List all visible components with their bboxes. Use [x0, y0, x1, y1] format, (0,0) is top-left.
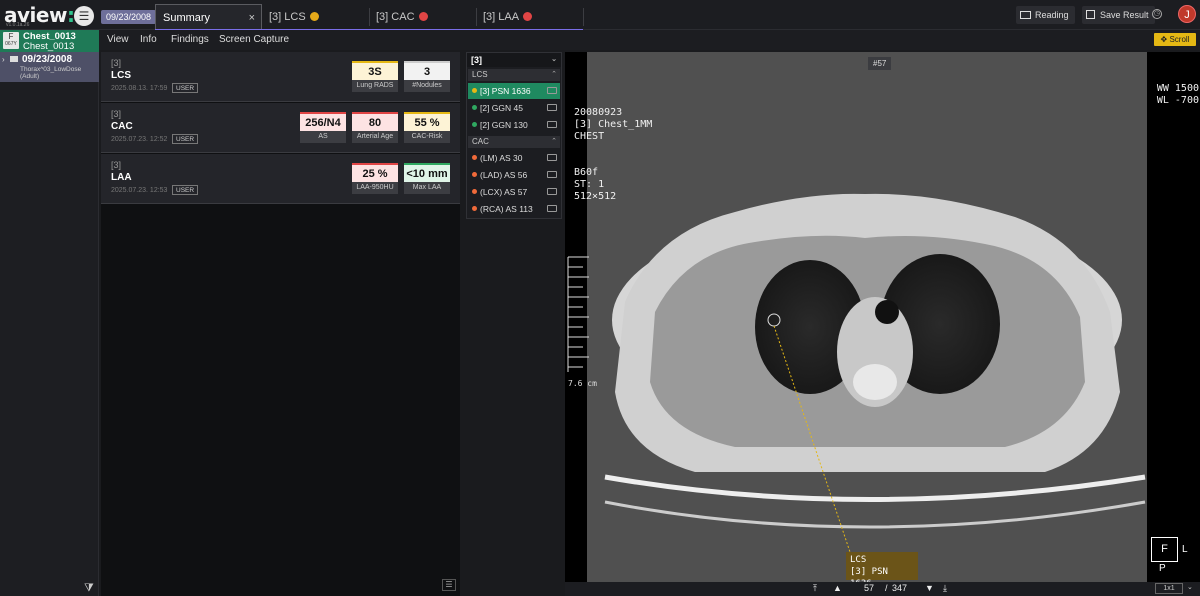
chevron-up-icon: ⌃ [551, 71, 557, 78]
orientation-right-label: L [1182, 544, 1188, 555]
total-slices: 347 [892, 583, 908, 593]
findings-series-selector[interactable]: [3] ⌄ [467, 53, 561, 67]
study-row[interactable]: › 09/23/2008 Thorax^03_LowDose (Adult) [0, 52, 99, 82]
patient-row[interactable]: F 067Y Chest_0013 Chest_0013 [0, 30, 99, 52]
slice-separator: / [885, 583, 888, 593]
finding-item[interactable]: [2] GGN 45 [468, 100, 560, 116]
menu-view[interactable]: View [107, 34, 129, 45]
next-slice-icon[interactable]: ▼ [925, 583, 934, 593]
previous-slice-icon[interactable]: ▲ [833, 583, 842, 593]
scale-label: 7.6 cm [568, 379, 597, 388]
finding-item[interactable]: (LCX) AS 57 [468, 184, 560, 200]
metric-arterial-age: 80 Arterial Age [352, 112, 398, 143]
chevron-down-icon[interactable]: ⌄ [1187, 583, 1193, 591]
scroll-mode-button[interactable]: ✥ Scroll [1154, 33, 1196, 46]
orientation-bottom-label: P [1159, 563, 1166, 574]
capture-icon [547, 104, 557, 111]
worklist-button[interactable]: ☰ [74, 6, 94, 26]
capture-icon [547, 171, 557, 178]
menu-info[interactable]: Info [140, 34, 157, 45]
metric-as: 256/N4 AS [300, 112, 346, 143]
lesion-annotation-label[interactable]: LCS[3] PSN 1636 [846, 552, 918, 589]
book-icon [1020, 11, 1031, 19]
summary-card-cac[interactable]: [3] CAC 2025.07.23. 12:52 USER 256/N4 AS … [101, 103, 460, 153]
patient-sidebar: F 067Y Chest_0013 Chest_0013 › 09/23/200… [0, 30, 99, 596]
current-slice[interactable]: 57 [864, 583, 874, 593]
tab-cac[interactable]: [3] CAC [369, 4, 476, 30]
menu-bar: View Info Findings Screen Capture [99, 30, 1200, 50]
metric-lung-rads: 3S Lung RADS [352, 61, 398, 92]
summary-panel: [3] LCS 2025.08.13. 17:59 USER 3S Lung RA… [101, 52, 460, 596]
finding-item[interactable]: [3] PSN 1636 [468, 83, 560, 99]
capture-icon [547, 188, 557, 195]
layout-selector[interactable]: 1x1 [1155, 583, 1183, 594]
findings-panel: [3] ⌄ LCS ⌃ [3] PSN 1636 [2] GGN 45 [2] GG… [466, 52, 562, 219]
card-date: 2025.07.23. 12:52 [111, 136, 168, 143]
close-icon[interactable]: × [249, 5, 255, 31]
metric-cac-risk: 55 % CAC-Risk [404, 112, 450, 143]
slice-number-badge: #57 [868, 57, 892, 70]
reading-button[interactable]: Reading [1016, 6, 1075, 24]
save-result-button[interactable]: Save Result [1082, 6, 1155, 24]
warning-icon [309, 12, 319, 21]
tab-lcs[interactable]: [3] LCS [262, 4, 369, 30]
ct-scan-image [567, 52, 1147, 582]
metric-nodules: 3 #Nodules [404, 61, 450, 92]
finding-item[interactable]: (RCA) AS 113 [468, 201, 560, 217]
save-icon [1086, 10, 1095, 19]
capture-icon [547, 87, 557, 94]
app-version: v1.0.1a.26 [6, 22, 30, 28]
alert-icon [523, 12, 533, 21]
finding-item[interactable]: (LAD) AS 56 [468, 167, 560, 183]
study-date-badge[interactable]: 09/23/2008 [101, 10, 157, 24]
first-slice-icon[interactable]: ⤒ [813, 583, 817, 594]
menu-screen-capture[interactable]: Screen Capture [219, 34, 289, 45]
alert-icon [418, 12, 428, 21]
study-date: 09/23/2008 [22, 54, 73, 65]
folder-icon [10, 56, 18, 62]
card-title: LCS [111, 70, 131, 81]
patient-sex-icon: F 067Y [3, 32, 19, 49]
card-date: 2025.08.13. 17:59 [111, 85, 168, 92]
findings-group-lcs[interactable]: LCS ⌃ [468, 69, 560, 81]
window-level-info: WW 1500 WL -700 [1156, 83, 1199, 106]
capture-icon [547, 205, 557, 212]
card-date: 2025.07.23. 12:53 [111, 187, 168, 194]
finding-item[interactable]: [2] GGN 130 [468, 117, 560, 133]
capture-icon [547, 154, 557, 161]
patient-id: Chest_0013 [23, 41, 75, 52]
list-icon[interactable]: ☰ [442, 579, 456, 591]
summary-card-laa[interactable]: [3] LAA 2025.07.23. 12:53 USER 25 % LAA-9… [101, 154, 460, 204]
dicom-info-left: 20080923 [3] Chest_1MM CHEST B60f ST: 1 512×… [574, 107, 653, 202]
slice-navigation-bar: ⤒ ▲ 57 / 347 ▼ ⤓ [565, 582, 1200, 596]
filter-icon[interactable]: ⧩ [84, 582, 94, 595]
menu-findings[interactable]: Findings [171, 34, 209, 45]
tab-laa[interactable]: [3] LAA [476, 4, 583, 30]
chevron-up-icon: ⌃ [551, 138, 557, 145]
user-badge: USER [172, 185, 199, 195]
study-description: Thorax^03_LowDose (Adult) [20, 66, 82, 80]
findings-group-cac[interactable]: CAC ⌃ [468, 136, 560, 148]
user-badge: USER [172, 83, 199, 93]
avatar[interactable]: J [1178, 5, 1196, 23]
last-slice-icon[interactable]: ⤓ [943, 583, 947, 594]
clock-icon[interactable]: ◷ [1152, 9, 1162, 19]
metric-max-laa: <10 mm Max LAA [404, 163, 450, 194]
card-title: CAC [111, 121, 133, 132]
tab-summary[interactable]: Summary × [155, 4, 262, 30]
chevron-right-icon[interactable]: › [2, 55, 5, 64]
finding-item[interactable]: (LM) AS 30 [468, 150, 560, 166]
chevron-down-icon: ⌄ [551, 56, 557, 63]
top-bar: aview: v1.0.1a.26 ☰ 09/23/2008 Summary ×… [0, 0, 1200, 30]
capture-icon [547, 121, 557, 128]
orientation-box: F [1151, 537, 1178, 562]
user-badge: USER [172, 134, 199, 144]
card-title: LAA [111, 172, 132, 183]
ct-image-viewer[interactable]: #57 20080923 [3] Chest_1MM CHEST B60f ST: 1… [565, 52, 1200, 589]
metric-laa-950hu: 25 % LAA-950HU [352, 163, 398, 194]
summary-card-lcs[interactable]: [3] LCS 2025.08.13. 17:59 USER 3S Lung RA… [101, 52, 460, 102]
